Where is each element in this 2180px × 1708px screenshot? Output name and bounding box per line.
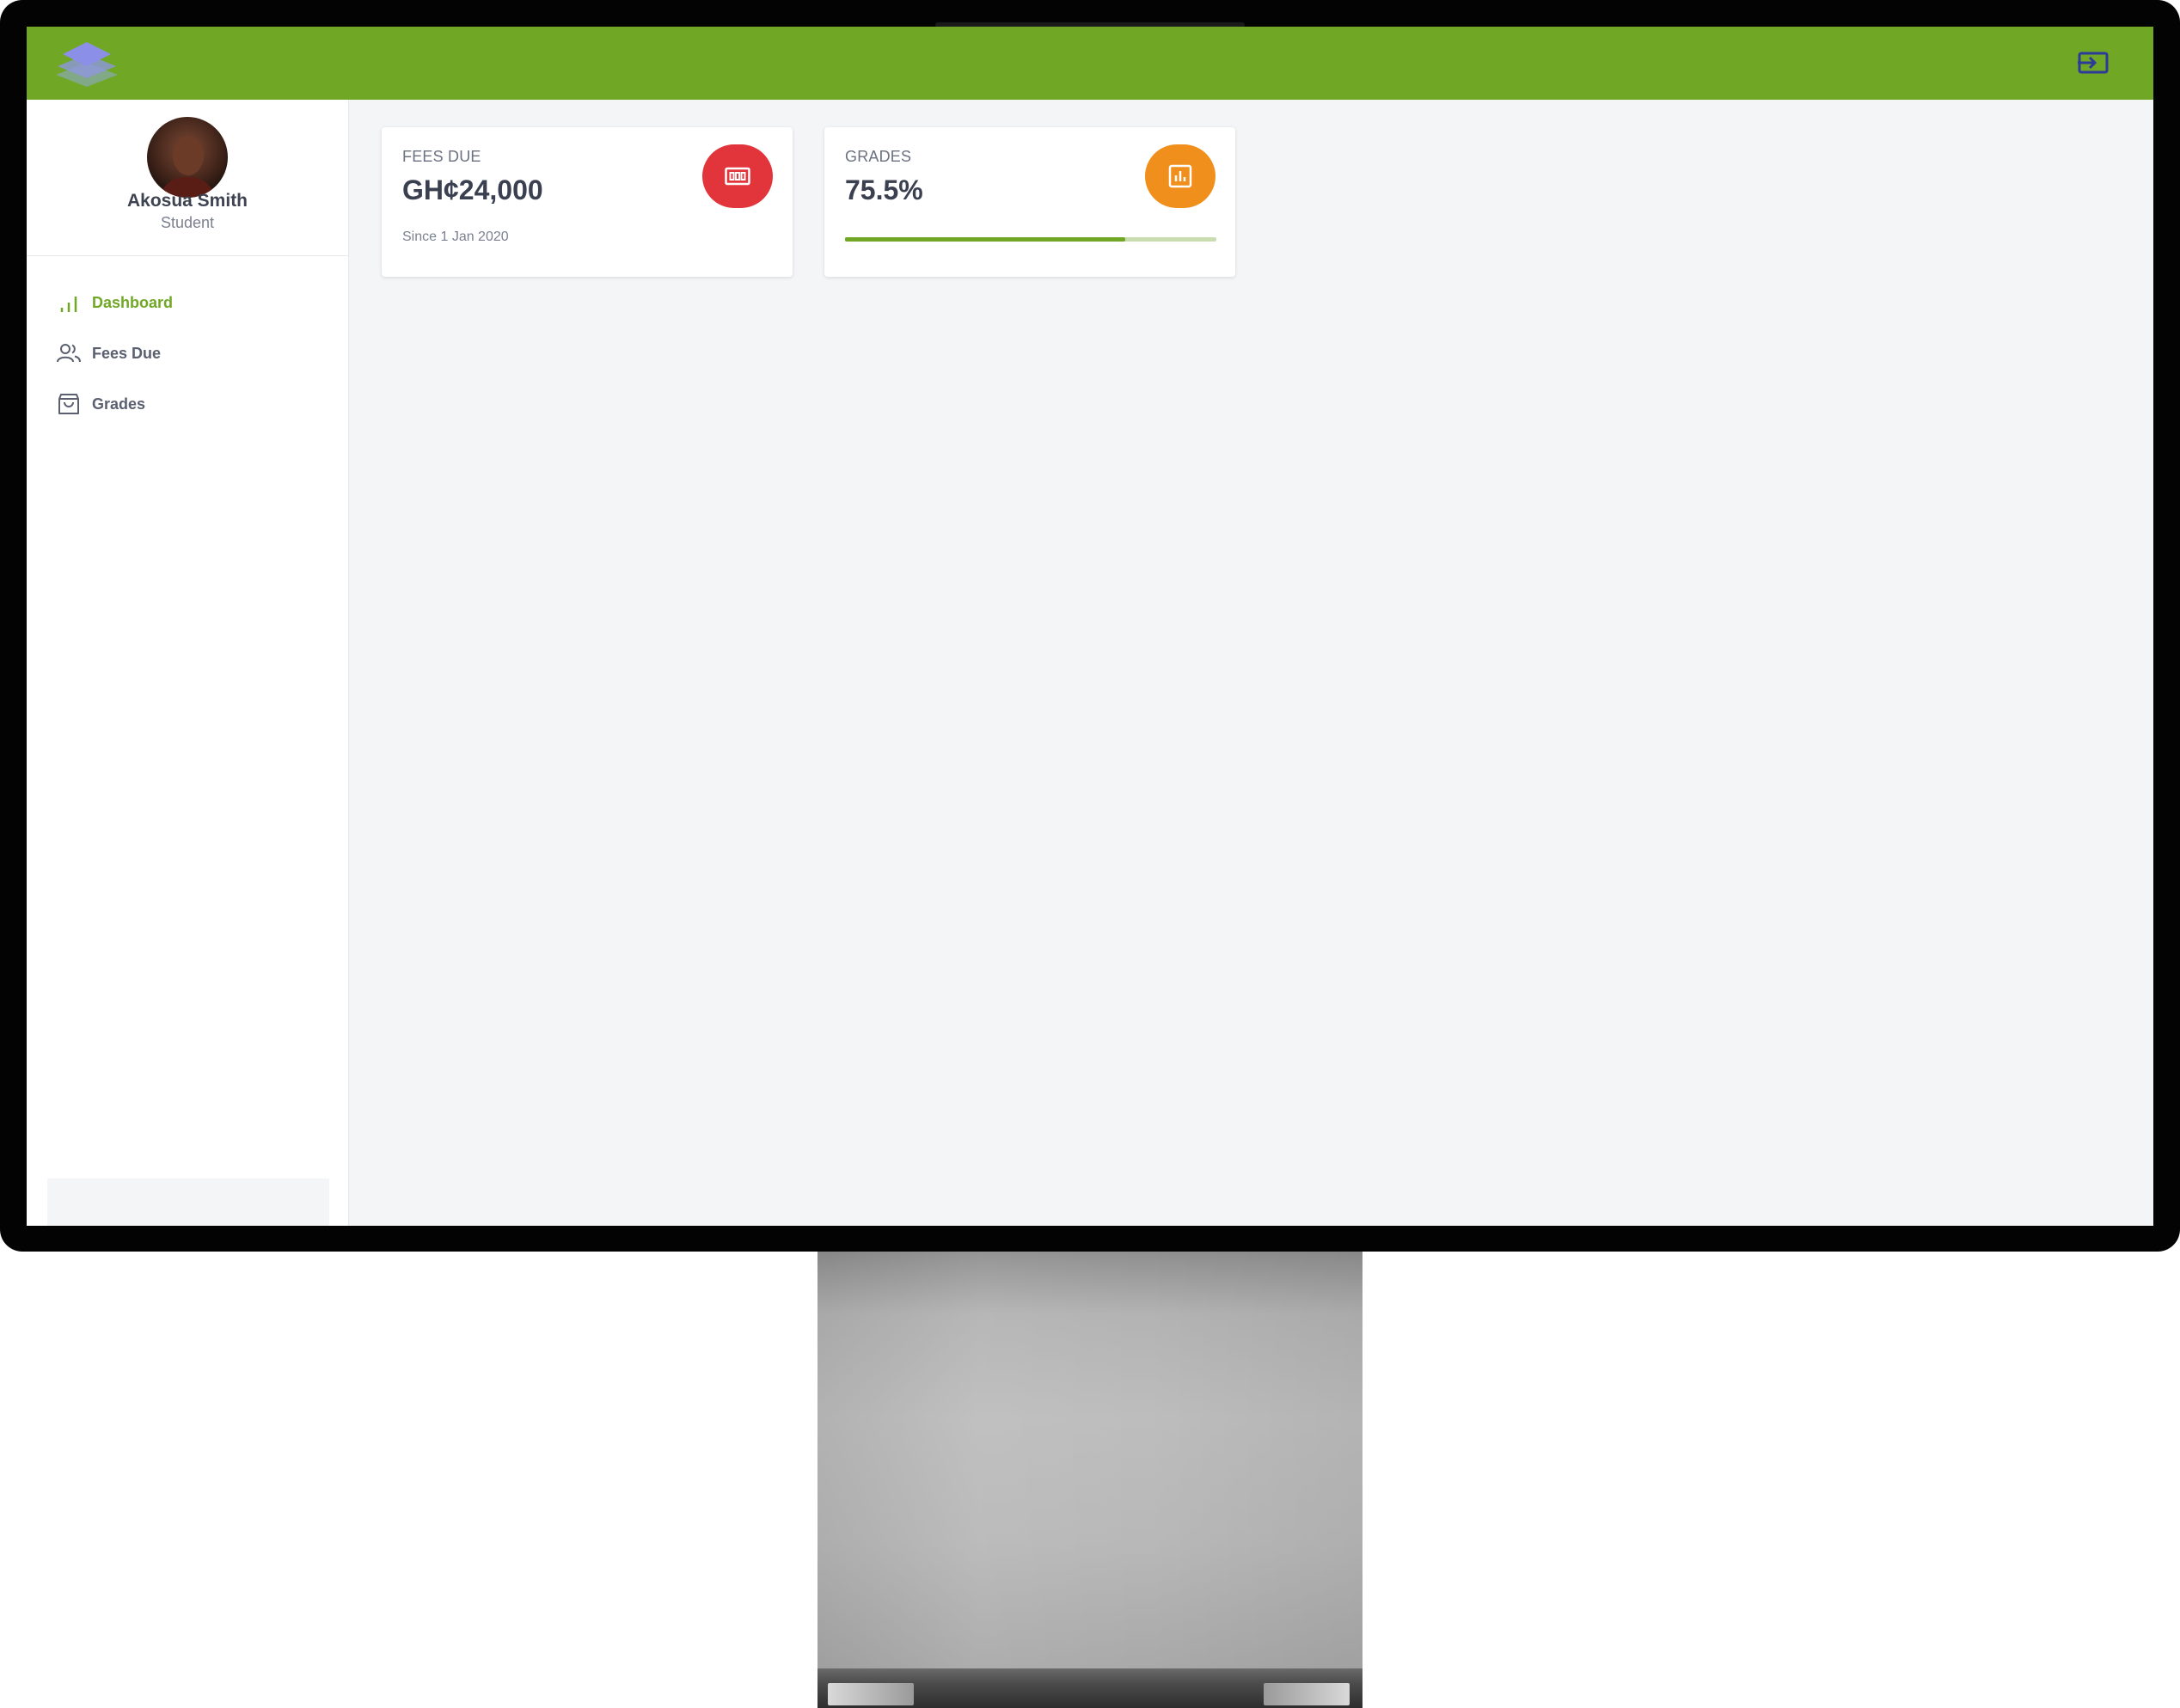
sidebar: Akosua Smith Student Dashboard Fees Due … <box>27 100 349 1226</box>
monitor-bezel: Akosua Smith Student Dashboard Fees Due … <box>0 0 2180 1252</box>
grades-progress-bar <box>845 237 1216 242</box>
fees-due-card[interactable]: FEES DUE GH¢24,000 Since 1 Jan 2020 <box>382 127 793 277</box>
screen: Akosua Smith Student Dashboard Fees Due … <box>27 27 2153 1226</box>
top-bar <box>27 27 2153 100</box>
stand-foot-highlight-left <box>828 1683 914 1705</box>
users-icon <box>57 344 81 363</box>
sidebar-footer <box>47 1178 329 1226</box>
user-role: Student <box>160 214 215 231</box>
fees-since-date: Since 1 Jan 2020 <box>402 230 509 244</box>
log-out-icon[interactable] <box>2076 46 2110 80</box>
grades-value: 75.5% <box>845 174 923 205</box>
money-icon <box>725 167 750 186</box>
sidebar-item-label: Fees Due <box>92 344 162 362</box>
user-name: Akosua Smith <box>126 191 248 211</box>
sidebar-item-label: Grades <box>92 395 146 413</box>
shopping-bag-icon <box>58 394 79 414</box>
fees-due-value: GH¢24,000 <box>402 174 543 205</box>
monitor-stand-shade <box>818 1252 1362 1668</box>
sidebar-item-grades[interactable]: Grades <box>56 389 331 419</box>
sidebar-divider <box>27 255 348 256</box>
sidebar-item-fees-due[interactable]: Fees Due <box>56 338 331 369</box>
grades-badge <box>1145 144 1216 208</box>
stand-foot-highlight-right <box>1264 1683 1350 1705</box>
chart-icon <box>1168 164 1192 188</box>
grades-card[interactable]: GRADES 75.5% <box>824 127 1235 277</box>
bar-chart-icon <box>60 297 77 312</box>
avatar-face <box>173 136 204 175</box>
card-title: FEES DUE <box>402 148 481 165</box>
avatar[interactable] <box>147 117 228 198</box>
card-title: GRADES <box>845 148 912 165</box>
sidebar-item-dashboard[interactable]: Dashboard <box>56 287 331 318</box>
grades-progress-fill <box>845 237 1126 242</box>
layers-logo-icon[interactable] <box>54 39 119 90</box>
sidebar-item-label: Dashboard <box>92 293 174 311</box>
fees-badge <box>702 144 773 208</box>
